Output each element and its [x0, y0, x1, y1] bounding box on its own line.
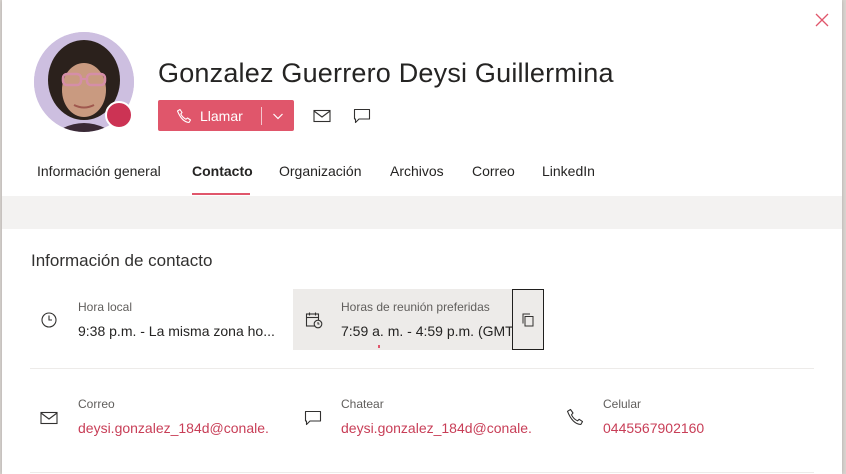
section-band	[2, 196, 842, 229]
tab-informacion-general[interactable]: Información general	[37, 163, 192, 195]
mail-icon	[40, 411, 58, 425]
meeting-hours-value: 7:59 a. m. - 4:59 p.m. (GMT-	[341, 323, 513, 339]
tab-label: Contacto	[192, 163, 253, 179]
chat-link[interactable]: deysi.gonzalez_184d@conale...	[341, 420, 531, 436]
local-time-value: 9:38 p.m. - La misma zona ho...	[78, 323, 275, 339]
chat-icon	[304, 410, 322, 426]
email-link[interactable]: deysi.gonzalez_184d@conale...	[78, 420, 268, 436]
tab-correo[interactable]: Correo	[472, 163, 542, 195]
divider	[30, 368, 814, 369]
call-label: Llamar	[200, 107, 243, 124]
text-caret	[378, 345, 380, 348]
chevron-down-icon	[273, 113, 283, 119]
bottom-divider	[30, 472, 814, 473]
call-split-button: Llamar	[158, 100, 294, 131]
copy-button[interactable]	[512, 289, 544, 350]
tab-contacto[interactable]: Contacto	[192, 163, 253, 195]
tab-archivos[interactable]: Archivos	[390, 163, 472, 195]
local-time-label: Hora local	[78, 300, 133, 314]
phone-icon	[176, 108, 192, 123]
chat-icon[interactable]	[352, 106, 372, 126]
tab-label: Organización	[279, 163, 362, 179]
tab-linkedin[interactable]: LinkedIn	[542, 163, 602, 195]
call-dropdown-button[interactable]	[262, 100, 294, 131]
tab-organizacion[interactable]: Organización	[279, 163, 390, 195]
call-button[interactable]: Llamar	[158, 100, 261, 131]
chat-label: Chatear	[341, 397, 384, 411]
tab-label: LinkedIn	[542, 163, 595, 179]
profile-card: Gonzalez Guerrero Deysi Guillermina Llam…	[2, 0, 842, 474]
presence-badge	[105, 101, 133, 129]
tab-label: Correo	[472, 163, 515, 179]
close-icon[interactable]	[814, 12, 830, 28]
mobile-label: Celular	[603, 397, 642, 411]
mobile-link[interactable]: 0445567902160	[603, 420, 793, 436]
profile-name: Gonzalez Guerrero Deysi Guillermina	[158, 58, 614, 88]
meeting-hours-label: Horas de reunión preferidas	[341, 300, 490, 314]
meeting-hours-field: Horas de reunión preferidas 7:59 a. m. -…	[293, 289, 514, 350]
tab-label: Archivos	[390, 163, 444, 179]
calendar-clock-icon	[305, 312, 323, 329]
email-label: Correo	[78, 397, 115, 411]
section-title: Información de contacto	[31, 251, 213, 270]
tab-label: Información general	[37, 163, 161, 179]
mail-icon[interactable]	[312, 106, 332, 126]
background-right	[842, 0, 846, 474]
tab-bar: Información general Contacto Organizació…	[37, 163, 602, 195]
copy-icon	[522, 313, 534, 326]
clock-icon	[41, 312, 57, 328]
phone-icon	[566, 408, 584, 426]
